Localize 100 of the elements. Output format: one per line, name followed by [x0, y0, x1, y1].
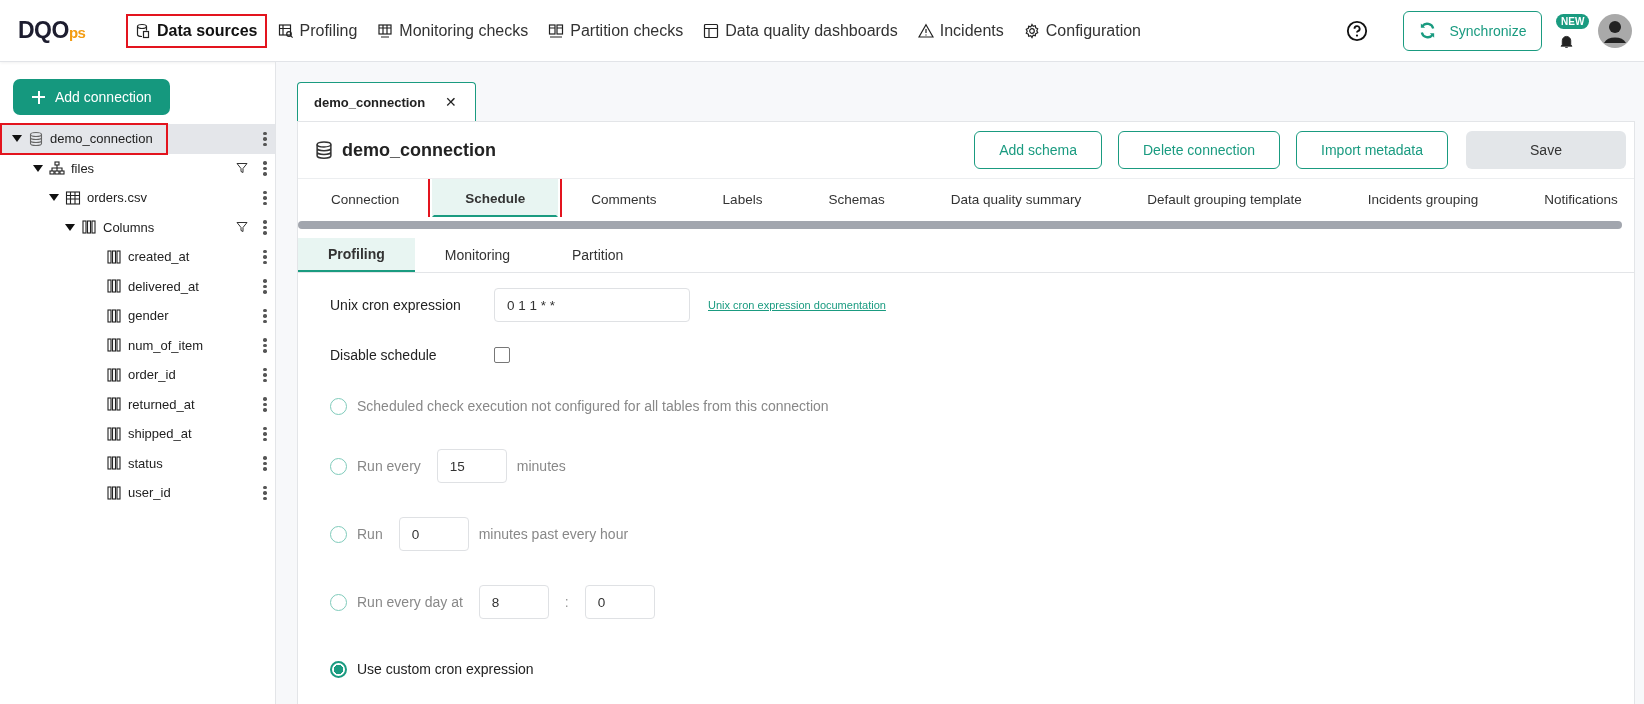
action-button[interactable]: Add schema	[974, 131, 1102, 169]
more-options-icon[interactable]	[263, 308, 267, 323]
tree-item-row[interactable]: returned_at	[0, 389, 275, 419]
tree-item-row[interactable]: num_of_item	[0, 330, 275, 360]
cron-input[interactable]: 0 1 1 * *	[494, 288, 690, 322]
more-options-icon[interactable]	[263, 426, 267, 441]
option-label: Scheduled check execution not configured for all tables from this connection	[357, 398, 829, 414]
option-label: Run	[357, 526, 383, 542]
nav-link[interactable]: Partition checks	[539, 13, 693, 48]
option-label: Run every	[357, 458, 421, 474]
nav-link[interactable]: Configuration	[1014, 13, 1150, 48]
option-label: Use custom cron expression	[357, 661, 534, 677]
number-input[interactable]: 0	[398, 517, 469, 551]
more-options-icon[interactable]	[263, 367, 267, 382]
nav-link[interactable]: Monitoring checks	[368, 13, 538, 48]
tree-item-row[interactable]: status	[0, 448, 275, 478]
tree-item-row[interactable]: orders.csv	[0, 183, 275, 213]
nav-link[interactable]: Profiling	[268, 13, 367, 48]
columns-icon	[106, 278, 122, 295]
editor-tab[interactable]: demo_connection ✕	[297, 82, 477, 121]
tree-label: returned_at	[128, 396, 195, 412]
columns-icon	[106, 307, 122, 324]
filter-icon[interactable]	[236, 221, 248, 234]
sub-tab[interactable]: Monitoring	[414, 238, 541, 272]
close-icon[interactable]: ✕	[445, 94, 458, 110]
tree-item-row[interactable]: user_id	[0, 478, 275, 508]
tree-item-row[interactable]: demo_connection	[0, 124, 275, 154]
settings-tab[interactable]: Comments	[558, 179, 690, 217]
settings-tab[interactable]: Labels	[689, 179, 796, 217]
columns-icon	[106, 396, 122, 413]
checkbox[interactable]	[494, 347, 510, 363]
table-search-icon	[277, 22, 294, 39]
caret-icon[interactable]	[12, 135, 22, 143]
field-label: Disable schedule	[330, 347, 438, 363]
sub-tab[interactable]: Profiling	[298, 238, 415, 272]
time-separator: :	[564, 594, 569, 610]
tree-item[interactable]: demo_connection	[0, 122, 168, 155]
dashboard-icon	[703, 22, 720, 39]
scrollbar[interactable]	[298, 221, 1622, 229]
tree-label: delivered_at	[128, 278, 199, 294]
columns-icon	[106, 248, 122, 265]
synchronize-button[interactable]: Synchronize	[1403, 10, 1542, 51]
action-button[interactable]: Import metadata	[1296, 131, 1448, 169]
radio-button[interactable]	[330, 660, 347, 678]
caret-icon[interactable]	[49, 194, 59, 202]
minute-input[interactable]: 0	[584, 585, 655, 619]
documentation-link[interactable]: Unix cron expression documentation	[708, 299, 886, 311]
settings-tab[interactable]: Schemas	[795, 179, 918, 217]
settings-tab[interactable]: Notifications	[1511, 179, 1634, 217]
tree-item-row[interactable]: delivered_at	[0, 271, 275, 301]
more-options-icon[interactable]	[263, 131, 267, 146]
columns-icon	[106, 366, 122, 383]
add-connection-button[interactable]: Add connection	[13, 79, 170, 115]
tree-label: user_id	[128, 485, 171, 501]
hour-input[interactable]: 8	[478, 585, 549, 619]
nav-link[interactable]: Data sources	[126, 13, 267, 48]
more-options-icon[interactable]	[263, 249, 267, 264]
connection-title: demo_connection	[342, 139, 497, 161]
table-icon	[377, 22, 394, 39]
tree-label: status	[128, 455, 163, 471]
filter-icon[interactable]	[236, 162, 248, 175]
nav-link[interactable]: Data quality dashboards	[694, 13, 907, 48]
tree-item-row[interactable]: files	[0, 153, 275, 183]
sub-tab[interactable]: Partition	[540, 238, 656, 272]
tree-item-row[interactable]: order_id	[0, 360, 275, 390]
database-icon	[314, 140, 334, 160]
database-icon	[28, 130, 44, 147]
columns-icon	[106, 484, 122, 501]
more-options-icon[interactable]	[263, 456, 267, 471]
settings-tab[interactable]: Connection	[298, 179, 433, 217]
columns-icon	[106, 337, 122, 354]
tree-label: order_id	[128, 367, 176, 383]
tree-item-row[interactable]: gender	[0, 301, 275, 331]
caret-icon[interactable]	[33, 164, 43, 172]
more-options-icon[interactable]	[263, 220, 267, 235]
tree-label: num_of_item	[128, 337, 204, 353]
more-options-icon[interactable]	[263, 485, 267, 500]
logo[interactable]: DQOps	[18, 17, 126, 44]
tree-item-row[interactable]: created_at	[0, 242, 275, 272]
action-button[interactable]: Delete connection	[1118, 131, 1281, 169]
more-options-icon[interactable]	[263, 397, 267, 412]
settings-tab[interactable]: Incidents grouping	[1334, 179, 1512, 217]
nav-link[interactable]: Incidents	[908, 13, 1013, 48]
number-input[interactable]: 15	[436, 449, 507, 483]
tree-item-row[interactable]: shipped_at	[0, 419, 275, 449]
more-options-icon[interactable]	[263, 190, 267, 205]
more-options-icon[interactable]	[263, 279, 267, 294]
more-options-icon[interactable]	[263, 161, 267, 176]
tree-label: orders.csv	[87, 190, 147, 206]
more-options-icon[interactable]	[263, 338, 267, 353]
caret-icon[interactable]	[65, 223, 75, 231]
two-tables-icon	[548, 22, 565, 39]
tree-label: gender	[128, 308, 169, 324]
settings-tab[interactable]: Data quality summary	[917, 179, 1115, 217]
action-button[interactable]: Save	[1466, 131, 1626, 169]
avatar-icon[interactable]	[1598, 13, 1632, 48]
columns-icon	[106, 425, 122, 442]
help-icon[interactable]	[1346, 19, 1368, 42]
settings-tab[interactable]: Default grouping template	[1114, 179, 1335, 217]
tree-item-row[interactable]: Columns	[0, 212, 275, 242]
